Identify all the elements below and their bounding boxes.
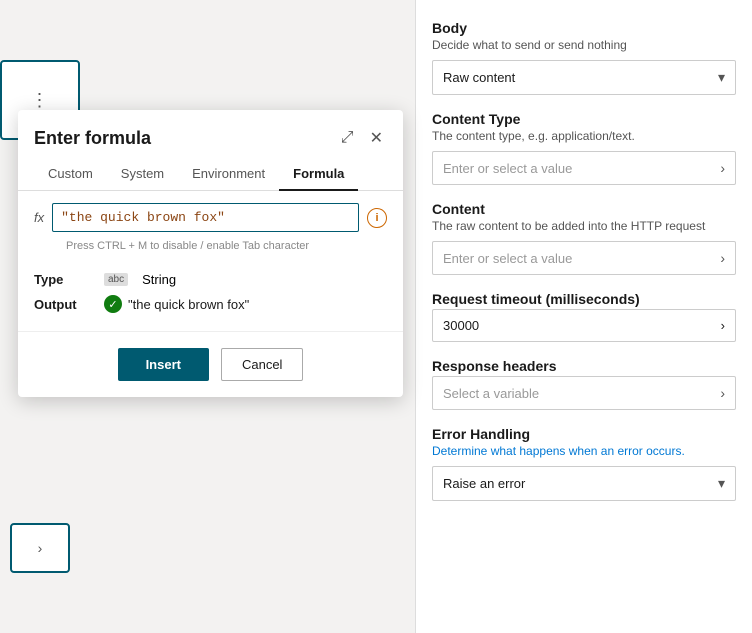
error-handling-chevron-icon: ▾: [718, 475, 725, 492]
tab-system[interactable]: System: [107, 158, 178, 191]
content-type-chevron-icon: ›: [720, 160, 725, 176]
error-handling-title: Error Handling: [432, 426, 736, 442]
output-row: Output ✓ "the quick brown fox": [34, 295, 387, 313]
content-input[interactable]: Enter or select a value ›: [432, 241, 736, 275]
output-value-container: ✓ "the quick brown fox": [104, 295, 249, 313]
dialog-title: Enter formula: [34, 128, 151, 149]
dialog-header: Enter formula ⤢ ✕: [18, 110, 403, 158]
type-row: Type abc String: [34, 272, 387, 287]
formula-input[interactable]: [52, 203, 359, 232]
content-subtitle: The raw content to be added into the HTT…: [432, 219, 736, 233]
content-type-section: Content Type The content type, e.g. appl…: [432, 111, 736, 185]
response-headers-section: Response headers Select a variable ›: [432, 358, 736, 410]
response-headers-chevron-icon: ›: [720, 385, 725, 401]
request-timeout-value: 30000: [443, 318, 479, 333]
ctrl-hint: Press CTRL + M to disable / enable Tab c…: [18, 238, 403, 262]
insert-button[interactable]: Insert: [118, 348, 209, 381]
content-type-title: Content Type: [432, 111, 736, 127]
cancel-button[interactable]: Cancel: [221, 348, 303, 381]
error-handling-section: Error Handling Determine what happens wh…: [432, 426, 736, 501]
close-button[interactable]: ✕: [366, 126, 387, 150]
info-icon[interactable]: i: [367, 208, 387, 228]
request-timeout-section: Request timeout (milliseconds) 30000 ›: [432, 291, 736, 342]
bottom-arrow-icon: ›: [38, 540, 43, 556]
output-value: "the quick brown fox": [128, 297, 249, 312]
fx-label: fx: [34, 210, 44, 225]
type-icon: abc: [104, 273, 128, 286]
content-type-input[interactable]: Enter or select a value ›: [432, 151, 736, 185]
response-headers-title: Response headers: [432, 358, 736, 374]
body-subtitle: Decide what to send or send nothing: [432, 38, 736, 52]
content-type-placeholder: Enter or select a value: [443, 161, 572, 176]
tab-formula[interactable]: Formula: [279, 158, 358, 191]
response-headers-field[interactable]: Select a variable ›: [432, 376, 736, 410]
response-headers-placeholder: Select a variable: [443, 386, 539, 401]
expand-icon: ⤢: [341, 129, 354, 147]
right-panel: Body Decide what to send or send nothing…: [415, 0, 752, 633]
body-selected: Raw content: [443, 70, 515, 85]
tab-custom[interactable]: Custom: [34, 158, 107, 191]
request-timeout-chevron-icon: ›: [721, 318, 725, 333]
type-label: Type: [34, 272, 94, 287]
content-chevron-icon: ›: [720, 250, 725, 266]
output-label: Output: [34, 297, 94, 312]
check-icon: ✓: [104, 295, 122, 313]
close-icon: ✕: [370, 128, 383, 148]
canvas-node-bottom: ›: [10, 523, 70, 573]
request-timeout-title: Request timeout (milliseconds): [432, 291, 736, 307]
result-rows: Type abc String Output ✓ "the quick brow…: [18, 262, 403, 331]
error-handling-selected: Raise an error: [443, 476, 525, 491]
formula-input-wrap: [52, 203, 359, 232]
body-chevron-icon: ▾: [718, 69, 725, 86]
request-timeout-field[interactable]: 30000 ›: [432, 309, 736, 342]
tab-environment[interactable]: Environment: [178, 158, 279, 191]
enter-formula-dialog: Enter formula ⤢ ✕ Custom System Environm…: [18, 110, 403, 397]
content-title: Content: [432, 201, 736, 217]
dialog-footer: Insert Cancel: [18, 331, 403, 397]
error-handling-subtitle: Determine what happens when an error occ…: [432, 444, 736, 458]
body-section: Body Decide what to send or send nothing…: [432, 20, 736, 95]
body-title: Body: [432, 20, 736, 36]
expand-button[interactable]: ⤢: [337, 127, 358, 149]
formula-area: fx i: [18, 191, 403, 238]
content-type-subtitle: The content type, e.g. application/text.: [432, 129, 736, 143]
content-section: Content The raw content to be added into…: [432, 201, 736, 275]
error-handling-dropdown[interactable]: Raise an error ▾: [432, 466, 736, 501]
dialog-header-icons: ⤢ ✕: [337, 126, 387, 150]
dialog-tabs: Custom System Environment Formula: [18, 158, 403, 191]
canvas-node-dots: ⋮: [31, 90, 50, 111]
type-value: String: [142, 272, 176, 287]
content-placeholder: Enter or select a value: [443, 251, 572, 266]
body-dropdown[interactable]: Raw content ▾: [432, 60, 736, 95]
